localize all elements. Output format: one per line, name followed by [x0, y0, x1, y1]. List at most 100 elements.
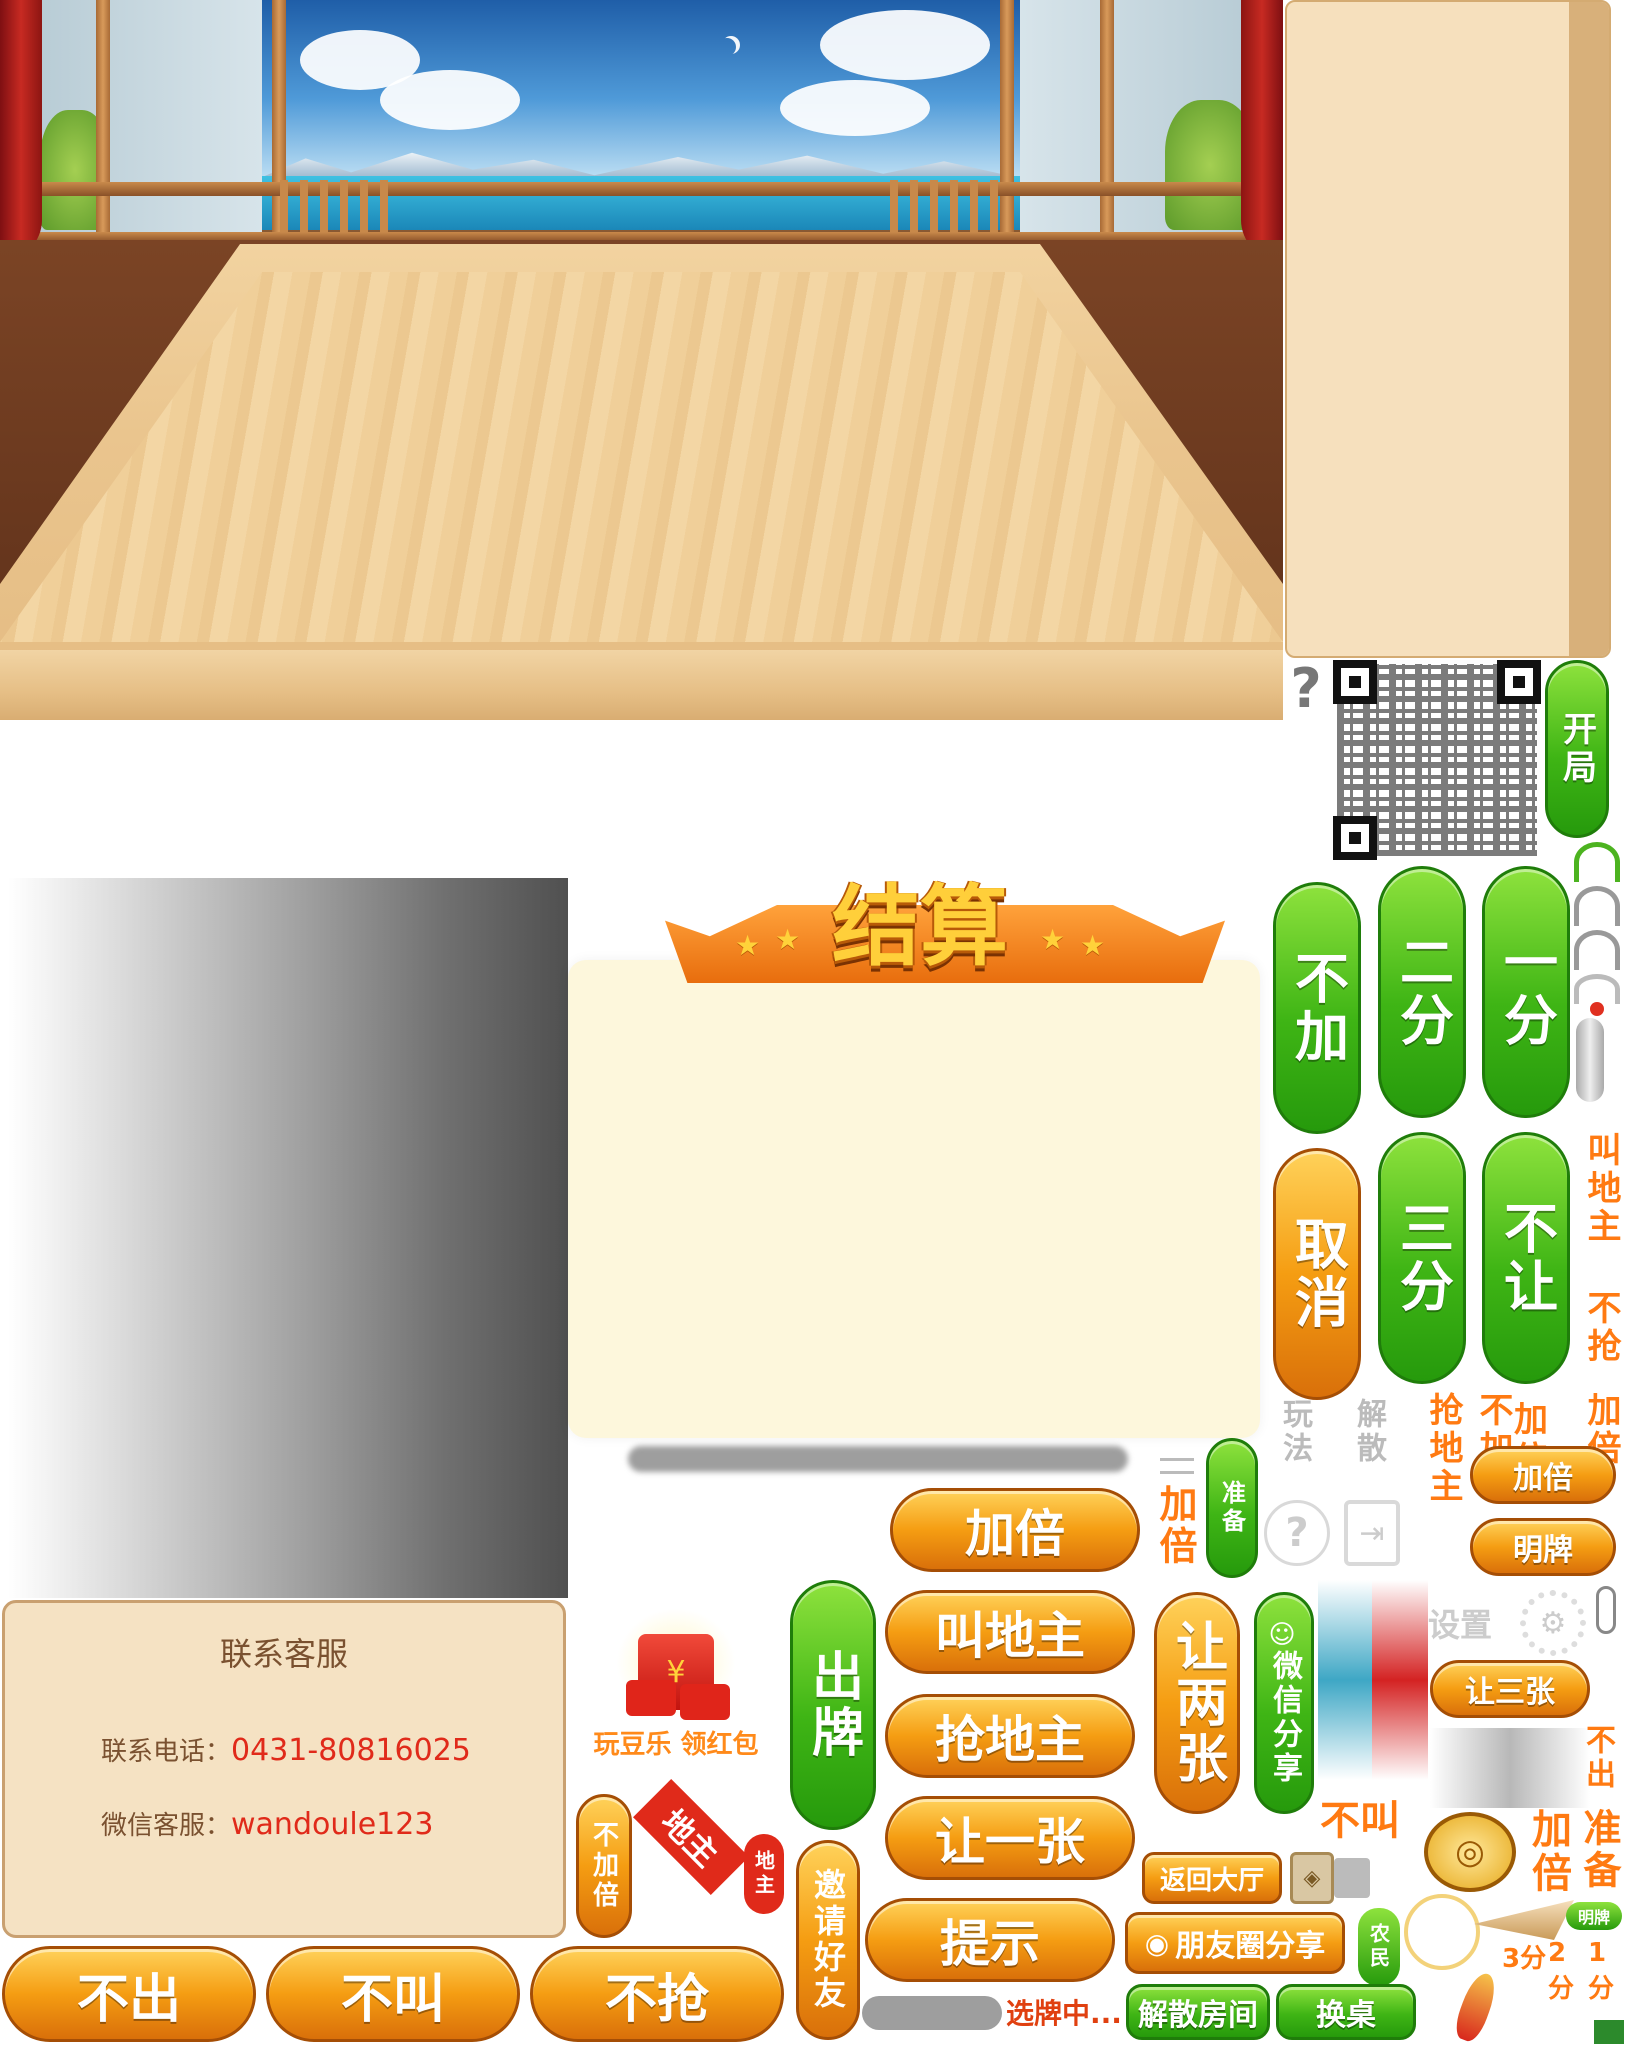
gradient-mask	[8, 878, 568, 1598]
customer-service-panel: 联系客服 联系电话：0431-80816025 微信客服：wandoule123	[2, 1600, 566, 1938]
green-tile	[1594, 2020, 1624, 2044]
concede-one-button[interactable]: 让一张	[885, 1796, 1135, 1880]
balustrade	[890, 180, 1000, 240]
rob-landlord-label: 抢地主	[1423, 1392, 1463, 1506]
gold-pot-icon: ◎	[1424, 1812, 1516, 1892]
settings-label: 设置	[1428, 1606, 1493, 1644]
double-label-vertical: 加倍	[1153, 1484, 1197, 1568]
score-1-label: 1分	[1588, 1938, 1615, 2004]
play-cards-button[interactable]: 出牌	[790, 1580, 876, 1830]
result-title: 结算	[831, 875, 1008, 978]
call-landlord-button[interactable]: 叫地主	[885, 1590, 1135, 1674]
exit-icon[interactable]: ⇥	[1344, 1500, 1400, 1566]
dissolve-room-button[interactable]: 解散房间	[1126, 1984, 1270, 2040]
wechat-share-label: 微信分享	[1267, 1650, 1302, 1786]
blue-gradient-bar	[1318, 1580, 1378, 1780]
one-point-button[interactable]: 一分	[1482, 866, 1570, 1118]
window-frame	[1000, 0, 1014, 240]
settings-gear-icon[interactable]: ⚙	[1520, 1590, 1586, 1656]
service-wechat-row: 微信客服：wandoule123	[101, 1805, 433, 1842]
cloud	[820, 10, 990, 80]
ready-label: 准备	[1577, 1808, 1621, 1892]
red-gradient-bar	[1372, 1580, 1428, 1780]
help-icon[interactable]: ?	[1264, 1500, 1330, 1566]
double-button-small[interactable]: 加倍	[1470, 1446, 1616, 1504]
double-label-big: 加倍	[1525, 1808, 1571, 1896]
moments-share-button[interactable]: ◉ 朋友圈分享	[1125, 1912, 1345, 1974]
star-icon: ★	[1080, 929, 1106, 962]
card-back-icon: ◈	[1290, 1852, 1334, 1904]
invite-friends-button[interactable]: 邀请好友	[796, 1840, 860, 2040]
selecting-bar	[862, 1996, 1002, 2030]
phone-label: 联系电话：	[101, 1737, 232, 1767]
loading-bar	[628, 1446, 1128, 1472]
balcony-rail	[0, 182, 1283, 196]
red-packet-label: 玩豆乐 领红包	[593, 1730, 759, 1760]
phone-value[interactable]: 0431-80816025	[231, 1733, 471, 1768]
score-2-label: 2分	[1548, 1938, 1575, 2004]
wechat-icon: ☺	[1268, 1620, 1300, 1650]
show-cards-button[interactable]: 明牌	[1470, 1518, 1616, 1576]
curtain-right	[1241, 0, 1283, 260]
back-lobby-button[interactable]: 返回大厅	[1142, 1852, 1282, 1904]
cancel-button[interactable]: 取消	[1273, 1148, 1361, 1400]
concede-three-button[interactable]: 让三张	[1430, 1660, 1590, 1718]
rules-label: 玩法	[1277, 1398, 1312, 1466]
tan-side-panel	[1285, 0, 1611, 658]
star-icon: ★	[735, 929, 761, 962]
qr-code	[1333, 660, 1541, 860]
balustrade	[280, 180, 390, 240]
two-points-button[interactable]: 二分	[1378, 866, 1466, 1118]
dissolve-label: 解散	[1351, 1398, 1386, 1466]
landlord-tag: 地主	[744, 1834, 784, 1914]
wechat-value[interactable]: wandoule123	[231, 1807, 433, 1842]
toggle-handle[interactable]	[1596, 1586, 1616, 1634]
drag-handle[interactable]	[1160, 1458, 1194, 1474]
three-points-button[interactable]: 三分	[1378, 1132, 1466, 1384]
moments-share-label: 朋友圈分享	[1175, 1929, 1326, 1964]
no-double-tag: 不加倍	[576, 1794, 632, 1938]
scrollbar-thumb[interactable]	[1576, 1018, 1604, 1102]
curtain-left	[0, 0, 42, 260]
landlord-ribbon: 地主	[633, 1779, 749, 1895]
no-call-button[interactable]: 不叫	[266, 1946, 520, 2042]
double-button[interactable]: 加倍	[890, 1488, 1140, 1572]
no-concede-button[interactable]: 不让	[1482, 1132, 1570, 1384]
farmer-tag: 农民	[1358, 1908, 1400, 1986]
cloud	[380, 70, 520, 130]
double-tag: 加倍	[1514, 1400, 1548, 1480]
concede-two-button[interactable]: 让两张	[1154, 1592, 1240, 1814]
change-table-button[interactable]: 换桌	[1276, 1984, 1416, 2040]
wifi-weak-icon	[1574, 930, 1620, 970]
window-frame	[96, 0, 110, 240]
show-cards-tag: 明牌	[1566, 1902, 1622, 1930]
wifi-medium-icon	[1574, 886, 1620, 926]
ready-button-small[interactable]: 准备	[1206, 1438, 1258, 1578]
moments-icon: ◉	[1144, 1926, 1170, 1960]
no-call-label: 不叫	[1320, 1798, 1400, 1844]
no-double-button[interactable]: 不加	[1273, 882, 1361, 1134]
red-envelope-icon	[626, 1680, 676, 1716]
question-mark: ?	[1290, 657, 1322, 720]
wechat-label: 微信客服：	[101, 1811, 232, 1841]
wechat-share-button[interactable]: ☺ 微信分享	[1254, 1592, 1314, 1814]
service-phone-row: 联系电话：0431-80816025	[101, 1731, 471, 1768]
pass-button[interactable]: 不出	[2, 1946, 256, 2042]
window-frame	[1100, 0, 1114, 240]
selecting-cards-label: 选牌中...	[1006, 1997, 1122, 2030]
no-rob-button[interactable]: 不抢	[530, 1946, 784, 2042]
moon-icon	[718, 38, 736, 56]
wifi-none-icon	[1574, 974, 1620, 1004]
rob-landlord-button[interactable]: 抢地主	[885, 1694, 1135, 1778]
pass-label-vertical: 不出	[1580, 1724, 1615, 1792]
wifi-dot-icon	[1590, 1002, 1604, 1016]
wifi-strong-icon	[1574, 842, 1620, 882]
gray-tile	[1334, 1858, 1370, 1898]
score-3-label: 3分	[1502, 1944, 1547, 1974]
service-title: 联系客服	[219, 1635, 348, 1673]
hint-button[interactable]: 提示	[865, 1898, 1115, 1982]
wifi-icons	[1570, 842, 1624, 1020]
result-panel	[568, 960, 1260, 1438]
red-packet-badge[interactable]: ¥ 玩豆乐 领红包	[576, 1600, 776, 1770]
start-game-button[interactable]: 开局	[1545, 660, 1609, 838]
